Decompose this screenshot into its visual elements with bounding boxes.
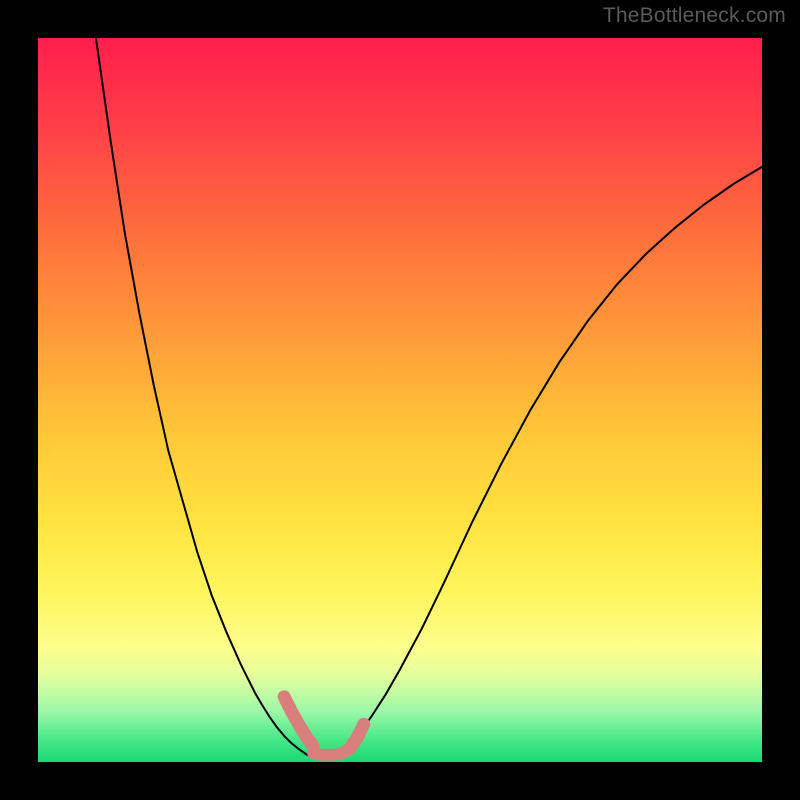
gradient-plot-area (38, 38, 762, 762)
chart-container: TheBottleneck.com (0, 0, 800, 800)
left-curve (96, 38, 313, 758)
right-curve (335, 167, 762, 759)
right-valley-marker (349, 724, 363, 749)
curve-overlay (38, 38, 762, 762)
watermark-text: TheBottleneck.com (603, 4, 786, 28)
left-valley-marker (284, 697, 313, 746)
